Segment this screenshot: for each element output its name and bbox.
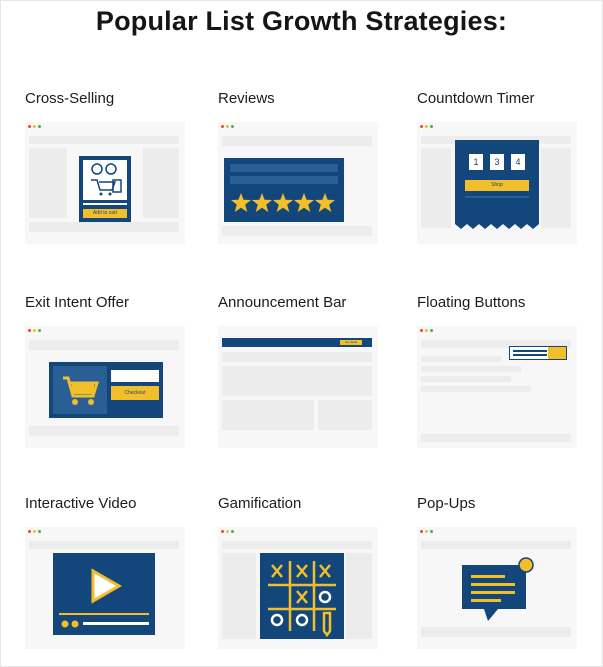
- card-exit-intent-offer[interactable]: Exit Intent Offer Checkout: [25, 294, 205, 454]
- card-announcement-bar[interactable]: Announcement Bar Get Deal: [218, 294, 398, 454]
- browser-mockup: Checkout: [25, 326, 185, 448]
- card-cross-selling[interactable]: Cross-Selling Add to cart: [25, 90, 205, 250]
- window-dots: [28, 329, 41, 332]
- get-deal-button[interactable]: Get Deal: [340, 340, 362, 345]
- card-label: Exit Intent Offer: [25, 294, 129, 311]
- shop-button[interactable]: Shop: [465, 180, 529, 191]
- countdown-digit: 4: [511, 154, 525, 170]
- window-dots: [221, 125, 234, 128]
- shopping-cart-icon: [63, 376, 100, 405]
- card-label: Pop-Ups: [417, 495, 476, 512]
- card-label: Announcement Bar: [218, 294, 347, 311]
- card-label: Reviews: [218, 90, 275, 107]
- card-label: Gamification: [218, 495, 302, 512]
- countdown-digit: 3: [490, 154, 504, 170]
- play-icon[interactable]: [53, 553, 155, 635]
- add-to-cart-button[interactable]: Add to cart: [83, 209, 127, 218]
- card-label: Countdown Timer: [417, 90, 535, 107]
- card-interactive-video[interactable]: Interactive Video: [25, 495, 205, 655]
- card-pop-ups[interactable]: Pop-Ups: [417, 495, 597, 655]
- game-board[interactable]: [260, 553, 344, 639]
- window-dots: [420, 329, 433, 332]
- countdown-digit: 1: [469, 154, 483, 170]
- card-gamification[interactable]: Gamification: [218, 495, 398, 655]
- window-dots: [221, 530, 234, 533]
- browser-mockup: Get Deal: [218, 326, 378, 448]
- product-icon: [91, 163, 122, 196]
- floating-optin-bar: [509, 346, 567, 360]
- video-player[interactable]: [53, 553, 155, 635]
- product-image: [83, 160, 127, 200]
- card-reviews[interactable]: Reviews: [218, 90, 398, 250]
- cart-panel: [53, 366, 107, 414]
- browser-mockup: Add to cart: [25, 122, 185, 244]
- card-floating-buttons[interactable]: Floating Buttons: [417, 294, 597, 454]
- star-rating-icon: [231, 193, 335, 212]
- window-dots: [420, 530, 433, 533]
- browser-mockup: [218, 122, 378, 244]
- card-label: Cross-Selling: [25, 90, 115, 107]
- window-dots: [28, 125, 41, 128]
- countdown-popup: 1 3 4 Shop: [455, 140, 539, 229]
- browser-mockup: [417, 527, 577, 649]
- tic-tac-toe-icon: [268, 561, 336, 638]
- browser-mockup: [417, 326, 577, 448]
- window-dots: [28, 530, 41, 533]
- card-label: Interactive Video: [25, 495, 137, 512]
- exit-intent-popup: Checkout: [49, 362, 163, 418]
- product-popup: Add to cart: [79, 156, 131, 222]
- ticket-edge-icon: [455, 224, 539, 229]
- browser-mockup: [25, 527, 185, 649]
- browser-mockup: [218, 527, 378, 649]
- browser-mockup: 1 3 4 Shop: [417, 122, 577, 244]
- page-title: Popular List Growth Strategies:: [95, 6, 508, 36]
- email-field[interactable]: [111, 370, 159, 382]
- checkout-button[interactable]: Checkout: [111, 386, 159, 400]
- card-countdown-timer[interactable]: Countdown Timer 1 3 4 Shop: [417, 90, 597, 250]
- floating-button[interactable]: [548, 347, 566, 359]
- card-label: Floating Buttons: [417, 294, 526, 311]
- window-dots: [420, 125, 433, 128]
- review-popup: [224, 158, 344, 222]
- announcement-banner: Get Deal: [222, 338, 372, 347]
- chat-bubble-icon[interactable]: [459, 553, 535, 625]
